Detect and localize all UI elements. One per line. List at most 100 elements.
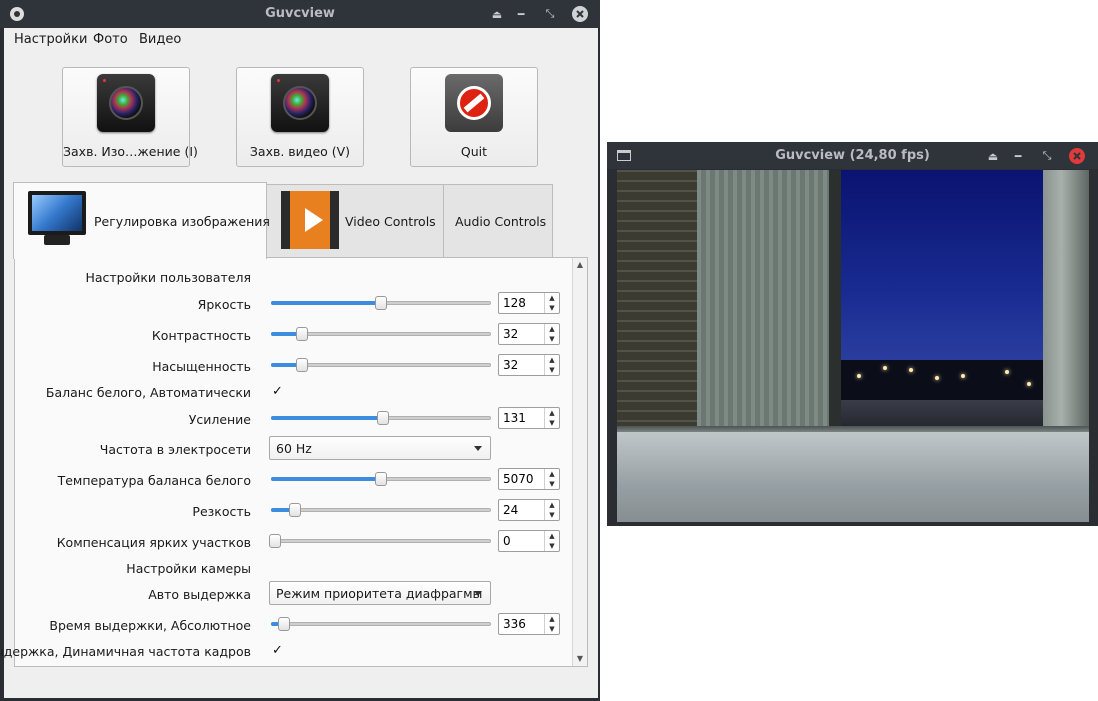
preview-window: Guvcview (24,80 fps) ⏏ ━ ⤡: [607, 142, 1098, 526]
main-window-title: Guvcview: [265, 6, 335, 21]
auto-exposure-label: Авто выдержка: [148, 587, 251, 602]
camera-icon: [97, 74, 155, 132]
saturation-label: Насыщенность: [152, 359, 251, 374]
contrast-spinbox[interactable]: ▲▼: [498, 323, 560, 345]
exposure-absolute-label: Время выдержки, Абсолютное: [49, 618, 251, 633]
contrast-slider[interactable]: [271, 327, 491, 341]
spin-up-icon[interactable]: ▲: [545, 355, 559, 365]
spin-down-icon[interactable]: ▼: [545, 541, 559, 551]
close-icon[interactable]: [570, 4, 590, 24]
backlight-compensation-slider[interactable]: [269, 534, 491, 548]
exposure-dynamic-framerate-checkbox[interactable]: ✓: [271, 644, 284, 657]
main-titlebar[interactable]: Guvcview ⏏ ━ ⤡: [0, 0, 600, 28]
spin-down-icon[interactable]: ▼: [545, 624, 559, 634]
capture-video-button[interactable]: Захв. видео (V): [236, 67, 364, 167]
panel-scrollbar[interactable]: ▲ ▼: [572, 258, 587, 666]
quit-label: Quit: [460, 144, 488, 159]
spin-down-icon[interactable]: ▼: [545, 365, 559, 375]
minimize-icon[interactable]: ━: [1009, 147, 1027, 165]
spin-up-icon[interactable]: ▲: [545, 531, 559, 541]
keep-above-icon[interactable]: ⏏: [984, 147, 1002, 165]
tab-audio-controls-label: Audio Controls: [455, 214, 547, 229]
power-line-frequency-label: Частота в электросети: [99, 442, 251, 457]
menu-photo[interactable]: Фото: [93, 32, 128, 47]
quit-button[interactable]: Quit: [410, 67, 538, 167]
spin-up-icon[interactable]: ▲: [545, 408, 559, 418]
menu-settings[interactable]: Настройки: [14, 32, 87, 47]
tab-audio-controls[interactable]: Audio Controls: [443, 184, 553, 257]
brightness-value[interactable]: [503, 295, 543, 311]
image-controls-panel: ▲ ▼ Настройки пользователя Яркость ▲▼ Ко…: [0, 257, 588, 667]
white-balance-temperature-spinbox[interactable]: ▲▼: [498, 468, 560, 490]
white-balance-temperature-value[interactable]: [503, 471, 543, 487]
sharpness-spinbox[interactable]: ▲▼: [498, 499, 560, 521]
spin-down-icon[interactable]: ▼: [545, 479, 559, 489]
exposure-absolute-spinbox[interactable]: ▲▼: [498, 613, 560, 635]
contrast-value[interactable]: [503, 326, 543, 342]
saturation-spinbox[interactable]: ▲▼: [498, 354, 560, 376]
user-settings-header: Настройки пользователя: [85, 270, 251, 285]
auto-exposure-select[interactable]: Режим приоритета диафрагмы: [269, 581, 491, 605]
exposure-dynamic-framerate-label: Выдержка, Динамичная частота кадров: [0, 644, 251, 659]
saturation-value[interactable]: [503, 357, 543, 373]
spin-down-icon[interactable]: ▼: [545, 334, 559, 344]
spin-down-icon[interactable]: ▼: [545, 418, 559, 428]
menubar: Настройки Фото Видео: [4, 28, 598, 50]
exposure-absolute-slider[interactable]: [271, 617, 491, 631]
spin-up-icon[interactable]: ▲: [545, 324, 559, 334]
close-icon[interactable]: [1067, 146, 1087, 166]
maximize-icon[interactable]: ⤡: [541, 5, 559, 23]
power-line-frequency-select[interactable]: 60 Hz: [269, 436, 491, 460]
main-client-area: Настройки Фото Видео Захв. Изо…жение (I)…: [0, 28, 598, 698]
white-balance-auto-checkbox[interactable]: ✓: [271, 385, 284, 398]
exposure-absolute-value[interactable]: [503, 616, 543, 632]
auto-exposure-value: Режим приоритета диафрагмы: [276, 586, 483, 601]
brightness-slider[interactable]: [271, 296, 491, 310]
keep-above-icon[interactable]: ⏏: [488, 5, 506, 23]
maximize-icon[interactable]: ⤡: [1038, 147, 1056, 165]
quit-icon: [445, 74, 503, 132]
gain-label: Усиление: [188, 412, 251, 427]
preview-titlebar[interactable]: Guvcview (24,80 fps) ⏏ ━ ⤡: [607, 142, 1098, 169]
camera-icon: [271, 74, 329, 132]
spin-down-icon[interactable]: ▼: [545, 510, 559, 520]
minimize-icon[interactable]: ━: [512, 5, 530, 23]
sharpness-slider[interactable]: [271, 503, 491, 517]
power-line-frequency-value: 60 Hz: [276, 441, 312, 456]
film-icon: [281, 191, 339, 249]
backlight-compensation-spinbox[interactable]: ▲▼: [498, 530, 560, 552]
gain-value[interactable]: [503, 410, 543, 426]
tab-image-controls-label: Регулировка изображения: [94, 214, 270, 229]
white-balance-temperature-label: Температура баланса белого: [57, 473, 251, 488]
backlight-compensation-value[interactable]: [503, 533, 543, 549]
tab-video-controls[interactable]: Video Controls: [266, 184, 444, 257]
gain-spinbox[interactable]: ▲▼: [498, 407, 560, 429]
gain-slider[interactable]: [271, 411, 491, 425]
brightness-spinbox[interactable]: ▲▼: [498, 292, 560, 314]
tab-video-controls-label: Video Controls: [345, 214, 436, 229]
brightness-label: Яркость: [197, 297, 251, 312]
menu-video[interactable]: Видео: [139, 32, 181, 47]
spin-up-icon[interactable]: ▲: [545, 500, 559, 510]
spin-up-icon[interactable]: ▲: [545, 614, 559, 624]
camera-preview: [617, 170, 1089, 522]
main-window: Guvcview ⏏ ━ ⤡ Настройки Фото Видео Захв…: [0, 0, 600, 701]
sharpness-label: Резкость: [192, 504, 251, 519]
capture-image-label: Захв. Изо…жение (I): [63, 144, 198, 159]
spin-up-icon[interactable]: ▲: [545, 293, 559, 303]
scroll-down-icon[interactable]: ▼: [573, 652, 587, 666]
monitor-icon: [28, 191, 86, 235]
spin-down-icon[interactable]: ▼: [545, 303, 559, 313]
camera-settings-header: Настройки камеры: [126, 561, 251, 576]
sharpness-value[interactable]: [503, 502, 543, 518]
chevron-down-icon: [474, 446, 482, 451]
capture-video-label: Захв. видео (V): [249, 144, 351, 159]
saturation-slider[interactable]: [271, 358, 491, 372]
white-balance-auto-label: Баланс белого, Автоматически: [45, 385, 251, 400]
capture-image-button[interactable]: Захв. Изо…жение (I): [62, 67, 198, 167]
tab-image-controls[interactable]: Регулировка изображения: [13, 182, 270, 259]
white-balance-temperature-slider[interactable]: [271, 472, 491, 486]
scroll-up-icon[interactable]: ▲: [573, 258, 587, 272]
spin-up-icon[interactable]: ▲: [545, 469, 559, 479]
contrast-label: Контрастность: [151, 328, 251, 343]
